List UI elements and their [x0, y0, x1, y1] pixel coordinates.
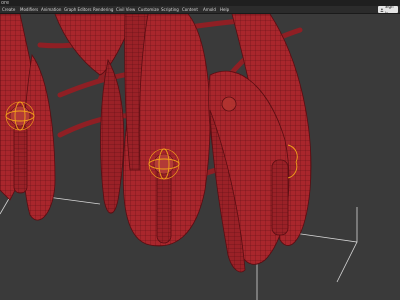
menu-create[interactable]: Create	[2, 6, 15, 13]
sign-in-button[interactable]: Sign In	[378, 4, 398, 16]
bud-sphere	[221, 96, 237, 112]
stamen-right	[271, 159, 289, 236]
stamen-center	[156, 164, 172, 244]
stamen-left	[13, 124, 28, 194]
menu-graph-editors[interactable]: Graph Editors	[64, 6, 91, 13]
3d-viewport[interactable]	[0, 14, 400, 300]
menu-rendering[interactable]: Rendering	[93, 6, 113, 13]
selection-gizmo-left	[5, 101, 35, 131]
menu-help[interactable]: Help	[220, 6, 229, 13]
menu-bar: Create Modifiers Animation Graph Editors…	[0, 6, 400, 14]
user-icon	[380, 8, 384, 12]
menu-modifiers[interactable]: Modifiers	[20, 6, 38, 13]
menu-animation[interactable]: Animation	[41, 6, 61, 13]
menu-content[interactable]: Content	[182, 6, 198, 13]
menu-scripting[interactable]: Scripting	[161, 6, 179, 13]
menu-customize[interactable]: Customize	[138, 6, 159, 13]
viewport-scene	[0, 14, 400, 300]
menu-civil-view[interactable]: Civil View	[116, 6, 135, 13]
menu-arnold[interactable]: Arnold	[203, 6, 216, 13]
